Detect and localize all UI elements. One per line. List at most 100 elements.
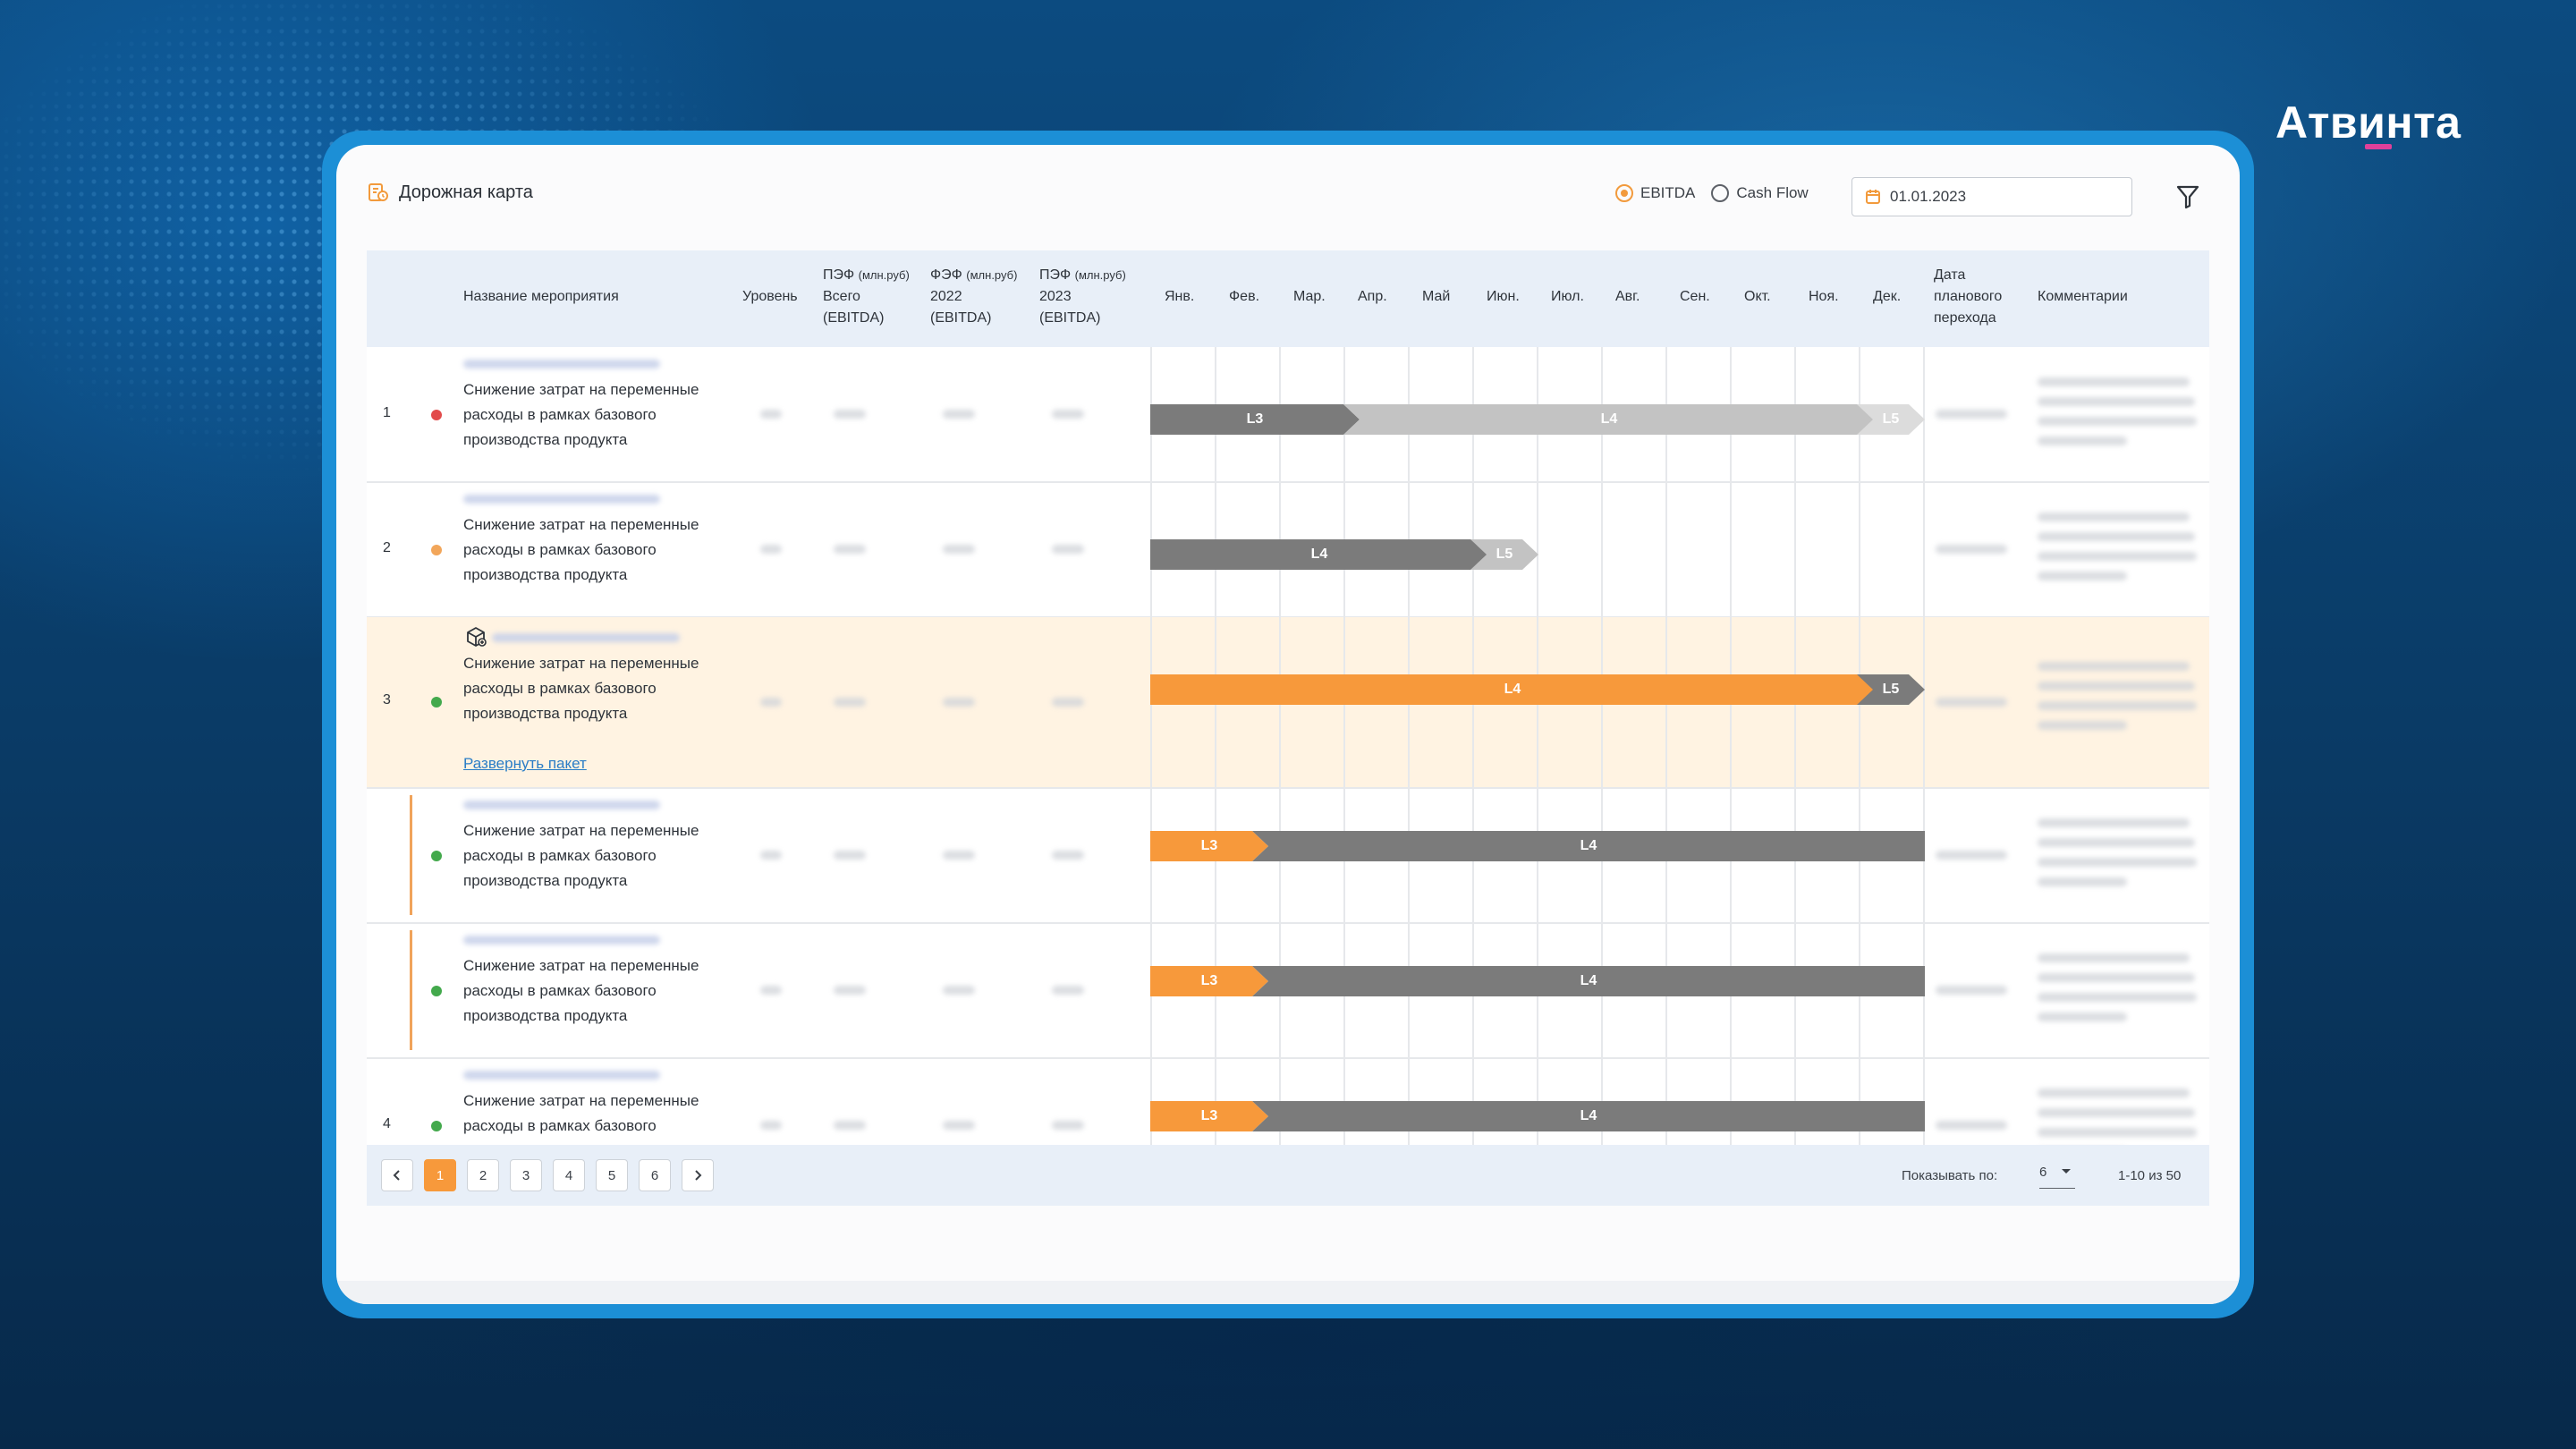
level-blurred	[760, 545, 782, 554]
row-id-blurred	[463, 801, 660, 809]
next-page-button[interactable]	[682, 1159, 714, 1191]
col-comments: Комментарии	[2038, 289, 2128, 304]
col-pef-total-l3: (EBITDA)	[823, 310, 885, 326]
gantt-bar-label: L3	[1200, 838, 1218, 853]
pef-2023-blurred	[1052, 410, 1084, 419]
month-gridline	[1665, 347, 1667, 1197]
page-button-3[interactable]: 3	[510, 1159, 542, 1191]
col-month-may: Май	[1422, 289, 1451, 304]
radio-cashflow-indicator[interactable]	[1711, 184, 1730, 202]
col-month-aug: Авг.	[1615, 289, 1640, 304]
month-gridline	[1730, 347, 1732, 1197]
gantt-bar-l4[interactable]: L4	[1150, 674, 1875, 705]
gantt-bar-l3[interactable]: L3	[1150, 966, 1268, 996]
col-pef-2023-l3: (EBITDA)	[1039, 310, 1101, 326]
col-name: Название мероприятия	[463, 289, 619, 304]
per-page-select[interactable]: 6	[2039, 1165, 2075, 1189]
gantt-bar-label: L4	[1580, 1108, 1597, 1123]
gantt-bar-l4[interactable]: L4	[1252, 1101, 1925, 1131]
col-fef-2022: ФЭФ (млн.руб) 2022 (EBITDA)	[930, 265, 1017, 329]
level-blurred	[760, 698, 782, 707]
filter-button[interactable]	[2172, 181, 2204, 213]
level-blurred	[760, 851, 782, 860]
col-fef-2022-unit: (млн.руб)	[966, 268, 1018, 282]
fef-2022-blurred	[943, 1121, 975, 1130]
gantt-bar-label: L3	[1200, 973, 1218, 988]
pef-2023-blurred	[1052, 698, 1084, 707]
status-dot-green	[431, 851, 442, 861]
gantt-bar-l4[interactable]: L4	[1252, 831, 1925, 861]
col-month-sep: Сен.	[1680, 289, 1710, 304]
gantt-bar-l4[interactable]: L4	[1252, 966, 1925, 996]
month-gridline	[1923, 347, 1925, 1197]
comment-blurred	[2038, 877, 2127, 886]
gantt-bar-label: L4	[1600, 411, 1618, 427]
comment-blurred	[2038, 1128, 2197, 1137]
col-pef-2023-l1: ПЭФ	[1039, 267, 1072, 283]
radio-ebitda[interactable]: EBITDA	[1615, 184, 1695, 202]
month-gridline	[1537, 347, 1538, 1197]
comment-blurred	[2038, 417, 2197, 426]
page-header: Дорожная карта	[367, 181, 533, 204]
col-date-l2: планового	[1934, 289, 2003, 304]
radio-cashflow-label: Cash Flow	[1736, 184, 1809, 201]
row-name: Снижение затрат на переменные расходы в …	[463, 381, 699, 448]
pef-total-blurred	[834, 1121, 866, 1130]
comment-blurred	[2038, 1108, 2195, 1117]
col-transition-date: Дата планового перехода	[1934, 265, 2002, 329]
gantt-bar-label: L5	[1882, 411, 1900, 427]
col-pef-total-l2: Всего	[823, 289, 860, 304]
col-pef-2023-unit: (млн.руб)	[1074, 268, 1126, 282]
level-blurred	[760, 986, 782, 995]
month-gridline	[1859, 347, 1860, 1197]
page-button-6[interactable]: 6	[639, 1159, 671, 1191]
roadmap-panel: Дорожная карта EBITDA Cash Flow 01.01.20…	[336, 145, 2240, 1304]
comment-blurred	[2038, 838, 2195, 847]
page-button-4[interactable]: 4	[553, 1159, 585, 1191]
gantt-bar-label: L3	[1246, 411, 1264, 427]
gantt-bar-l4[interactable]: L4	[1150, 539, 1488, 570]
gantt-bar-l3[interactable]: L3	[1150, 1101, 1268, 1131]
per-page-value: 6	[2039, 1165, 2047, 1180]
comment-blurred	[2038, 818, 2190, 827]
prev-page-button[interactable]	[381, 1159, 413, 1191]
month-gridline	[1794, 347, 1796, 1197]
expand-package-link[interactable]: Развернуть пакет	[463, 755, 587, 773]
comment-blurred	[2038, 973, 2195, 982]
pef-total-blurred	[834, 986, 866, 995]
row-id-blurred	[463, 495, 660, 504]
gantt-bar-label: L5	[1496, 547, 1513, 562]
gantt-bar-label: L4	[1580, 838, 1597, 853]
radio-cashflow[interactable]: Cash Flow	[1711, 184, 1809, 202]
comment-blurred	[2038, 552, 2197, 561]
date-field[interactable]: 01.01.2023	[1852, 177, 2132, 216]
brand-logo: Атвинта	[2275, 97, 2462, 148]
gantt-bar-l3[interactable]: L3	[1150, 831, 1268, 861]
gantt-bar-l3[interactable]: L3	[1150, 404, 1360, 435]
fef-2022-blurred	[943, 986, 975, 995]
gantt-bar-l4[interactable]: L4	[1343, 404, 1875, 435]
status-dot-orange	[431, 545, 442, 555]
row-name: Снижение затрат на переменные расходы в …	[463, 957, 699, 1024]
page-button-2[interactable]: 2	[467, 1159, 499, 1191]
radio-ebitda-indicator[interactable]	[1615, 184, 1633, 202]
comment-blurred	[2038, 532, 2195, 541]
date-blurred	[1936, 410, 2007, 419]
row-id-blurred	[463, 1071, 660, 1080]
col-month-jul: Июл.	[1551, 289, 1584, 304]
pef-2023-blurred	[1052, 851, 1084, 860]
row-number: 4	[383, 1116, 391, 1131]
comment-blurred	[2038, 682, 2195, 691]
col-pef-total: ПЭФ (млн.руб) Всего (EBITDA)	[823, 265, 910, 329]
month-gridline	[1408, 347, 1410, 1197]
level-blurred	[760, 1121, 782, 1130]
col-fef-2022-l1: ФЭФ	[930, 267, 962, 283]
page-button-5[interactable]: 5	[596, 1159, 628, 1191]
row-number: 3	[383, 692, 391, 708]
status-dot-green	[431, 1121, 442, 1131]
col-month-jun: Июн.	[1487, 289, 1520, 304]
col-month-apr: Апр.	[1358, 289, 1387, 304]
comment-blurred	[2038, 953, 2190, 962]
page-button-1[interactable]: 1	[424, 1159, 456, 1191]
date-blurred	[1936, 851, 2007, 860]
